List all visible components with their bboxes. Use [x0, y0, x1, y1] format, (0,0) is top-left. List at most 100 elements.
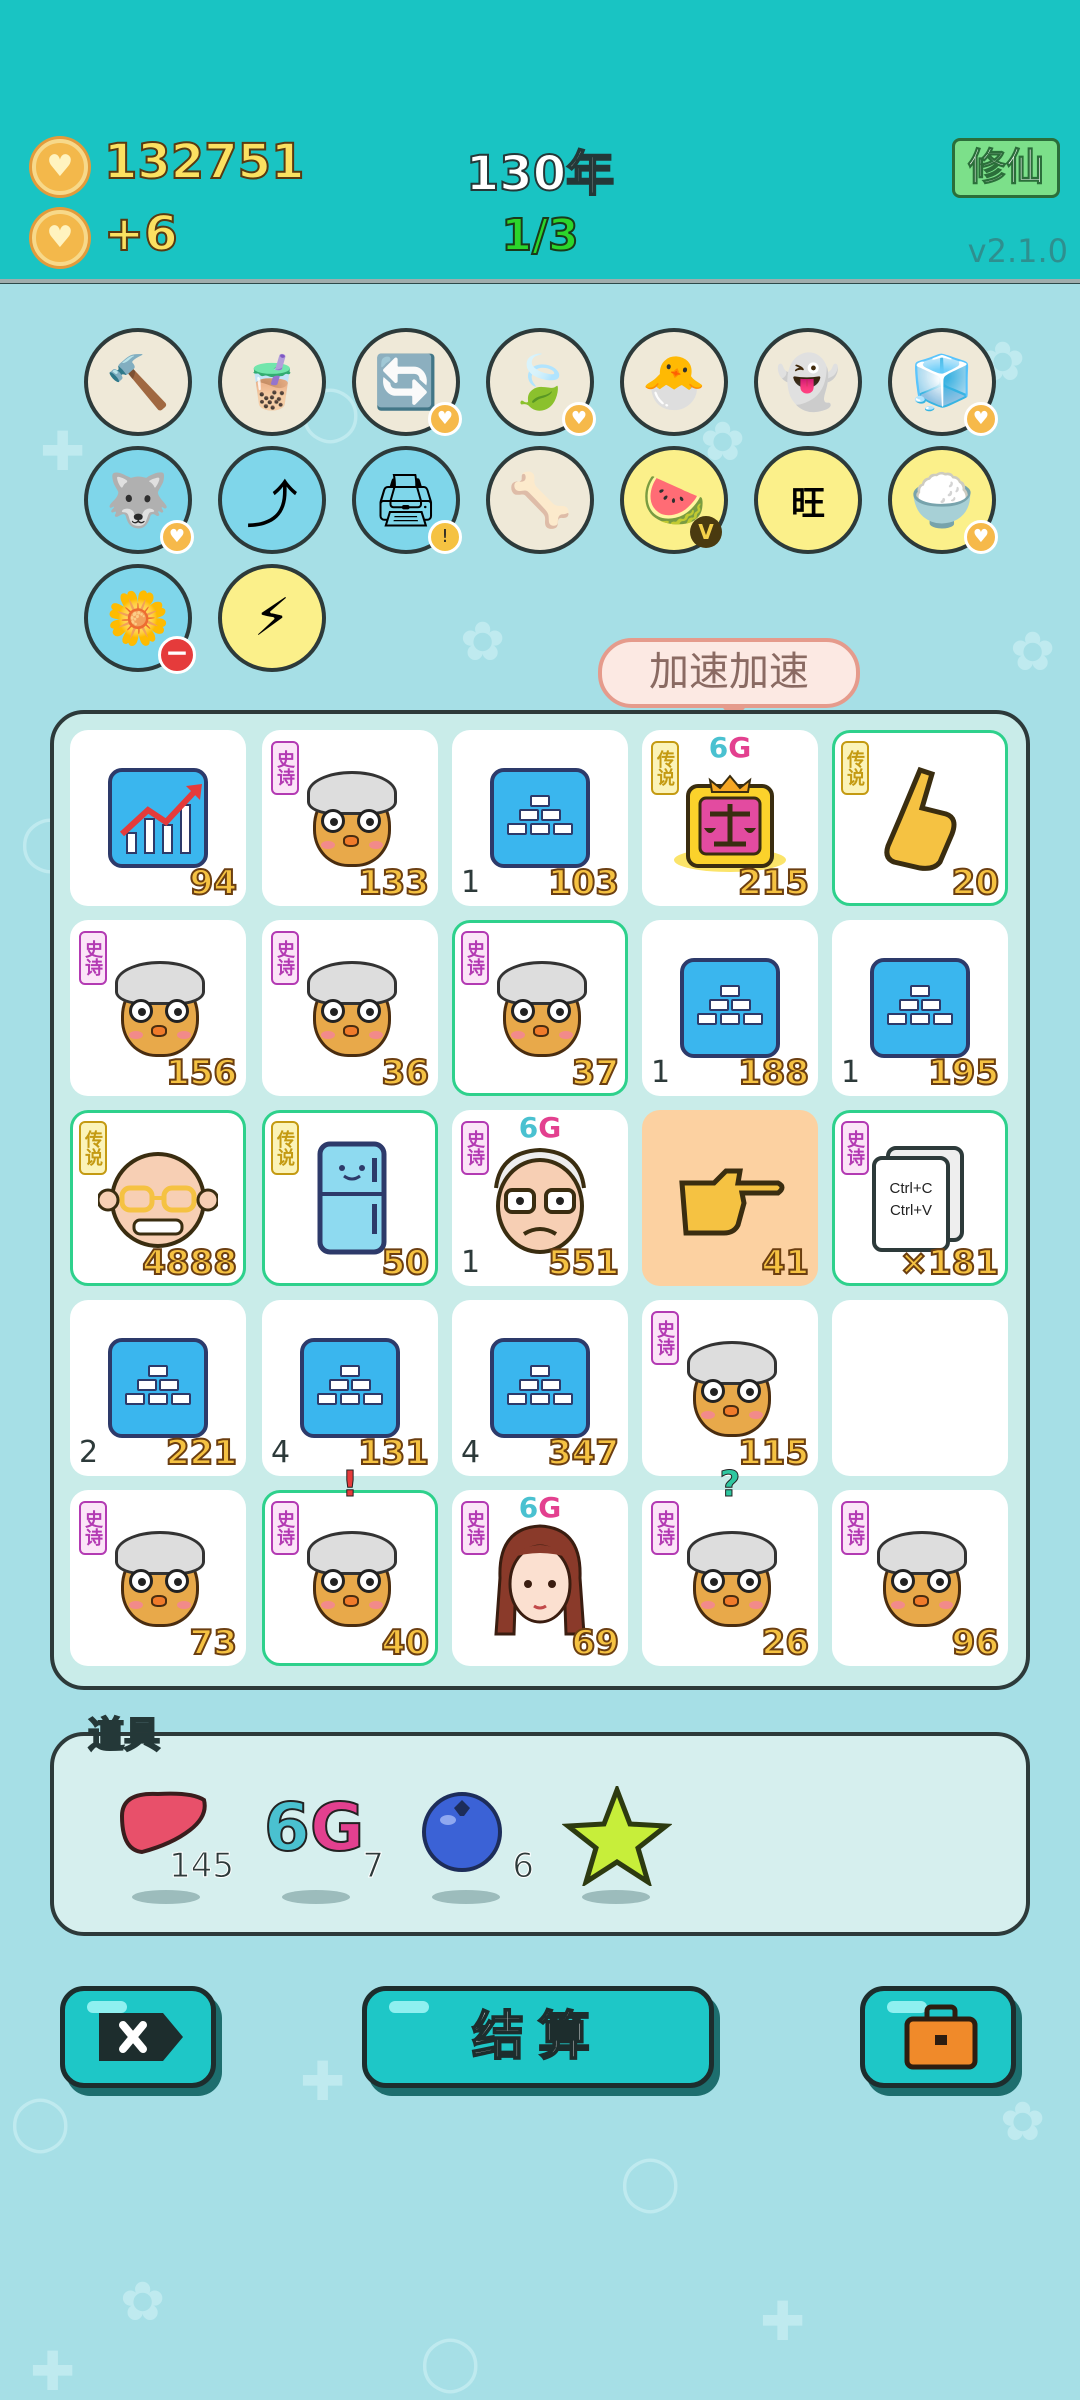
skill-milk-tea[interactable]: 🧋: [218, 328, 326, 436]
board-cell-gold[interactable]: 4 347: [452, 1300, 628, 1476]
rarity-badge-epic: 史诗: [841, 1121, 869, 1175]
cell-value: 156: [165, 1052, 238, 1093]
rarity-badge-epic: 史诗: [79, 931, 107, 985]
rarity-badge-epic: 史诗: [841, 1501, 869, 1555]
cell-value: 347: [547, 1432, 620, 1473]
bald-grandpa-icon: [98, 1152, 218, 1248]
cell-value: 41: [761, 1242, 810, 1283]
heart-badge-icon: ♥: [964, 520, 998, 554]
cell-level: 4: [271, 1435, 291, 1470]
skill-printer[interactable]: 🖨!: [352, 446, 462, 554]
milk-tea-icon: 🧋: [239, 352, 305, 413]
skill-dog-bowl[interactable]: 🦴: [486, 446, 594, 554]
item-blueberry[interactable]: 6: [412, 1786, 534, 1904]
cell-level: 1: [461, 865, 481, 900]
board-cell-gold[interactable]: 1 188: [642, 920, 818, 1096]
skill-arrow-card[interactable]: ⤴: [218, 446, 326, 554]
board-cell-chick[interactable]: 史诗 26: [642, 1490, 818, 1666]
version-label: v2.1.0: [967, 232, 1068, 270]
remove-badge-icon[interactable]: −: [158, 636, 196, 674]
rarity-badge-epic: 史诗: [461, 1501, 489, 1555]
board-cell-chick[interactable]: 史诗 133: [262, 730, 438, 906]
board-cell-pointer-right[interactable]: 41: [642, 1110, 818, 1286]
board-cell-oldman[interactable]: 传说 4888: [70, 1110, 246, 1286]
skill-leaf[interactable]: 🍃 ♥: [486, 328, 596, 436]
settle-button[interactable]: 结算: [362, 1986, 714, 2088]
close-tag-icon: [99, 2013, 183, 2061]
cell-value: 36: [381, 1052, 430, 1093]
old-chick-icon: [295, 763, 405, 873]
board-cell-chick[interactable]: 史诗 40: [262, 1490, 438, 1666]
gold-bars-icon: [680, 958, 780, 1058]
old-chick-icon: [675, 1333, 785, 1443]
board-cell-chick[interactable]: 史诗 156: [70, 920, 246, 1096]
close-button[interactable]: [60, 1986, 216, 2088]
dog-bowl-icon: 🦴: [507, 470, 573, 531]
item-6g[interactable]: 6G7: [262, 1786, 384, 1904]
skill-chick-egg[interactable]: 🐣: [620, 328, 728, 436]
board-cell-gold[interactable]: 1 103: [452, 730, 628, 906]
rarity-badge-epic: 史诗: [79, 1501, 107, 1555]
grumpy-grandpa-icon: [494, 1147, 586, 1254]
cell-level: 4: [461, 1435, 481, 1470]
cell-value: 221: [165, 1432, 238, 1473]
board-cell-gold[interactable]: 1 195: [832, 920, 1008, 1096]
skill-lightning[interactable]: ⚡: [218, 564, 326, 672]
cell-value: 4888: [141, 1242, 238, 1283]
board-cell-chick[interactable]: 史诗 73: [70, 1490, 246, 1666]
board-cell-girl[interactable]: 史诗 6G 69: [452, 1490, 628, 1666]
skill-ghost[interactable]: 👻: [754, 328, 862, 436]
skill-fruit-plate[interactable]: 🍉 V: [620, 446, 728, 554]
pointing-right-icon: [679, 1168, 785, 1236]
item-count: 145: [169, 1846, 235, 1887]
cell-value: 26: [761, 1622, 810, 1663]
board-cell-chart[interactable]: 94: [70, 730, 246, 906]
copy-paste-card-icon: Ctrl+C Ctrl+V: [864, 1142, 976, 1254]
cultivate-button[interactable]: 修仙: [952, 138, 1060, 198]
growth-chart-icon: [108, 768, 208, 868]
cell-value: 188: [737, 1052, 810, 1093]
skill-rice-bowl[interactable]: 🍚 ♥: [888, 446, 998, 554]
briefcase-button[interactable]: [860, 1986, 1016, 2088]
board-cell-chick[interactable]: 史诗 36: [262, 920, 438, 1096]
star-icon: [561, 1782, 673, 1890]
coin-heart-icon: [32, 139, 88, 195]
board-cell-chick[interactable]: 史诗 96: [832, 1490, 1008, 1666]
6g-tag-g: G: [538, 1491, 562, 1524]
skill-cubes[interactable]: 🧊 ♥: [888, 328, 998, 436]
rarity-badge-epic: 史诗: [271, 741, 299, 795]
pointing-hand-icon: [884, 766, 957, 871]
speedup-tooltip[interactable]: 加速加速: [598, 638, 860, 722]
ctrl-c-text: Ctrl+C: [889, 1180, 933, 1197]
board-cell-gold[interactable]: 2 221: [70, 1300, 246, 1476]
gold-bars-icon: [490, 768, 590, 868]
justice-scale-icon: [674, 774, 786, 872]
board-cell-empty[interactable]: [832, 1300, 1008, 1476]
skill-husky[interactable]: 🐺 ♥: [84, 446, 194, 554]
item-liver[interactable]: 145: [112, 1786, 234, 1904]
board-cell-scale[interactable]: 传说 6G 215: [642, 730, 818, 906]
board-cell-gold[interactable]: 4 131: [262, 1300, 438, 1476]
gold-bars-icon: [870, 958, 970, 1058]
chick-egg-icon: 🐣: [641, 352, 707, 413]
skill-hammer[interactable]: 🔨: [84, 328, 192, 436]
skill-refresh[interactable]: 🔄 ♥: [352, 328, 462, 436]
board-cell-grandpa[interactable]: 史诗 6G 1 551: [452, 1110, 628, 1286]
wang-text-icon: 旺: [791, 483, 825, 524]
skill-flower-pot[interactable]: 🌼 −: [84, 564, 196, 674]
board-cell-chick[interactable]: 史诗 115: [642, 1300, 818, 1476]
ctrl-v-text: Ctrl+V: [889, 1202, 933, 1219]
6g-tag-six: 6: [518, 1111, 539, 1144]
board-cell-pointer-up[interactable]: 传说 20: [832, 730, 1008, 906]
gold-bars-icon: [108, 1338, 208, 1438]
board-cell-chick[interactable]: 史诗 37: [452, 920, 628, 1096]
old-chick-icon: [103, 1523, 213, 1633]
round-counter: 1/3: [500, 209, 579, 262]
item-star[interactable]: [561, 1782, 673, 1904]
board-cell-copypaste[interactable]: Ctrl+C Ctrl+V 史诗 ×181: [832, 1110, 1008, 1286]
svg-text:6: 6: [264, 1789, 310, 1866]
board-cell-fridge[interactable]: 传说 50: [262, 1110, 438, 1286]
cell-value: 103: [547, 862, 620, 903]
skill-wang-text[interactable]: 旺: [754, 446, 862, 554]
old-chick-icon: [485, 953, 595, 1063]
